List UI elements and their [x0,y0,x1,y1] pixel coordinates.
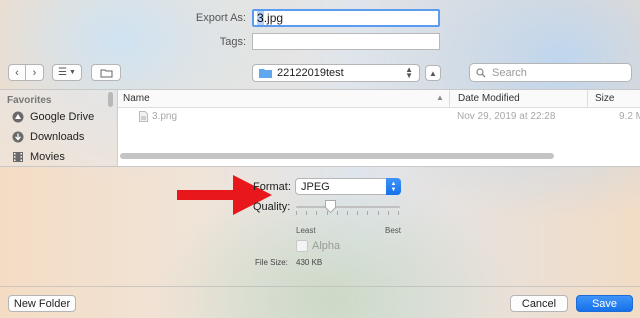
list-view-icon: ☰ [58,67,68,78]
alpha-checkbox[interactable] [296,240,308,252]
forward-button[interactable]: › [26,64,44,81]
file-list-header: Name ▲ Date Modified Size [118,90,640,108]
search-placeholder: Search [492,66,527,79]
location-text: 22122019test [277,67,344,79]
folder-icon [259,69,272,78]
tags-label: Tags: [219,36,246,48]
chevron-up-icon: ▲ [429,68,437,78]
column-divider [449,90,450,107]
file-date: Nov 29, 2019 at 22:28 [457,111,556,122]
movies-icon [13,152,23,162]
slider-tick [398,211,399,215]
export-as-extension-text: .jpg [263,11,284,25]
file-size-label: File Size: [255,258,288,267]
slider-tick [388,211,389,215]
new-folder-toolbar-button[interactable] [91,64,121,81]
sidebar-item-label: Movies [30,151,65,163]
export-as-label: Export As: [195,12,246,24]
export-as-selected-text: 3 [257,11,264,25]
column-divider [587,90,588,107]
format-select[interactable]: JPEG ▲ ▼ [295,178,401,195]
slider-tick [367,211,368,215]
browser-divider-bottom [0,166,640,167]
alpha-label: Alpha [312,240,341,252]
new-folder-label: New Folder [13,297,71,310]
location-popup[interactable]: 22122019test ▲ ▼ [252,64,420,82]
chevron-right-icon: › [32,66,37,79]
sidebar-item-label: Downloads [30,131,85,143]
slider-tick [296,211,297,215]
sidebar-scrollbar[interactable] [108,92,113,107]
column-header-date[interactable]: Date Modified [458,93,520,104]
export-as-input[interactable]: 3.jpg [252,9,440,27]
image-file-icon [139,111,148,122]
save-button[interactable]: Save [576,295,633,312]
file-name: 3.png [152,111,178,122]
downloads-icon [12,131,24,143]
expand-collapse-button[interactable]: ▲ [425,65,441,81]
google-drive-icon [12,111,24,123]
quality-label: Quality: [253,201,291,213]
tags-input[interactable] [252,33,440,50]
cancel-button[interactable]: Cancel [510,295,568,312]
save-label: Save [591,297,618,310]
slider-tick [337,211,338,215]
slider-tick [347,211,348,215]
up-down-chevron-icon: ▲ ▼ [405,65,413,80]
slider-thumb[interactable] [325,200,336,214]
slider-track [296,206,400,208]
table-row[interactable]: 3.png Nov 29, 2019 at 22:28 9.2 M [118,108,640,125]
file-size: 9.2 M [619,111,640,122]
format-stepper: ▲ ▼ [386,178,401,195]
slider-tick [306,211,307,215]
chevron-down-icon: ▼ [69,69,76,76]
view-options-button[interactable]: ☰ ▼ [52,64,82,81]
folder-icon [100,69,112,77]
sidebar-item-downloads[interactable]: Downloads [12,127,84,147]
file-list: Name ▲ Date Modified Size 3.png Nov 29, … [117,90,640,166]
slider-tick [378,211,379,215]
column-header-size[interactable]: Size [595,93,614,104]
search-field[interactable]: Search [469,63,632,82]
sort-indicator-icon: ▲ [436,93,444,102]
format-value: JPEG [301,180,330,193]
new-folder-button[interactable]: New Folder [8,295,76,312]
sidebar: Favorites Google Drive Downloads Movies [0,90,116,166]
quality-min-label: Least [296,226,316,235]
sidebar-item-google-drive[interactable]: Google Drive [12,107,94,127]
alpha-checkbox-row[interactable]: Alpha [296,240,340,252]
file-size-value: 430 KB [296,258,323,267]
nav-button-group: ‹ › [8,64,44,81]
back-button[interactable]: ‹ [8,64,26,81]
sidebar-item-movies[interactable]: Movies [12,147,65,167]
footer-divider [0,286,640,287]
chevron-left-icon: ‹ [15,66,19,79]
horizontal-scrollbar[interactable] [120,153,554,159]
slider-tick [316,211,317,215]
search-icon [476,67,486,77]
format-label: Format: [253,181,291,193]
quality-max-label: Best [385,226,402,235]
cancel-label: Cancel [521,297,557,310]
sidebar-section-title: Favorites [7,95,52,106]
column-header-name[interactable]: Name [123,93,150,104]
quality-slider[interactable] [296,200,400,222]
up-down-chevron-icon: ▲ ▼ [390,180,397,193]
sidebar-item-label: Google Drive [30,111,95,123]
slider-tick [357,211,358,215]
